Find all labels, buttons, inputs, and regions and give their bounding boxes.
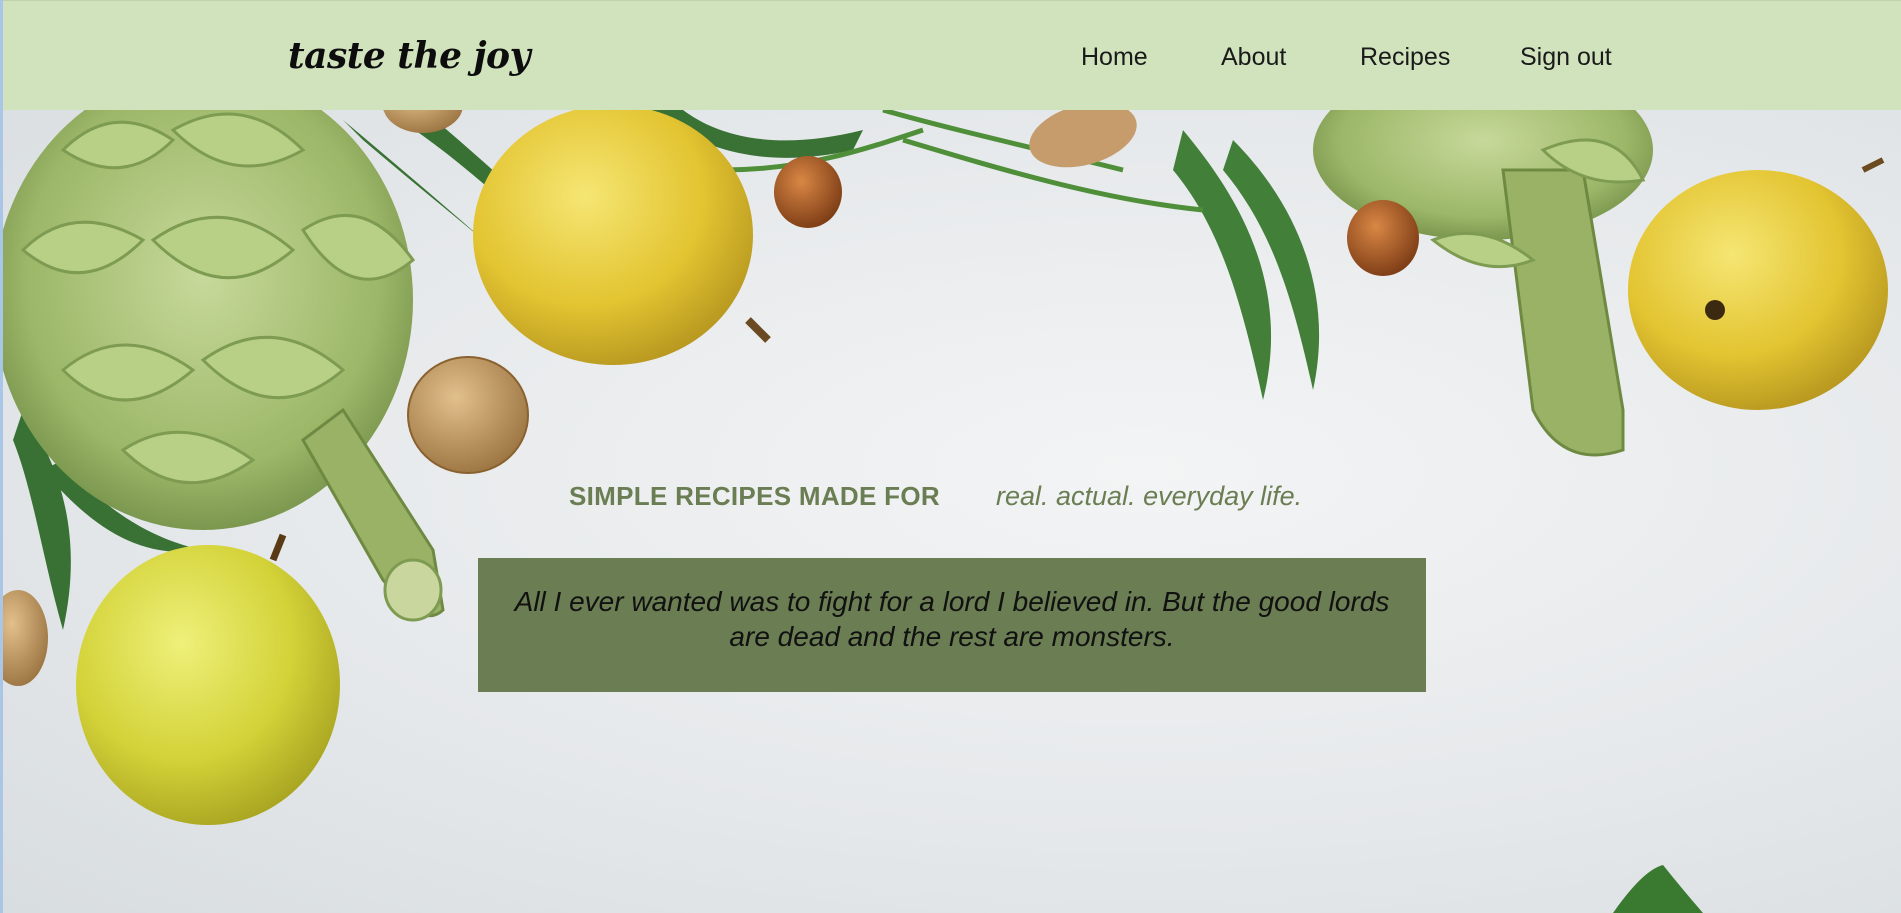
pear-right <box>1628 157 1888 410</box>
herb-sprig-bottom-right <box>1613 865 1703 913</box>
pear-bottom-left <box>76 533 340 825</box>
tagline-italic: real. actual. everyday life. <box>996 481 1303 511</box>
walnut-left-edge <box>3 590 48 686</box>
hero-tagline: SIMPLE RECIPES MADE FOR real. actual. ev… <box>3 481 1901 521</box>
quote-text: All I ever wanted was to fight for a lor… <box>514 586 1390 652</box>
walnut <box>407 356 529 474</box>
nav-recipes[interactable]: Recipes <box>1360 43 1450 72</box>
site-header: taste the joy Home About Recipes Sign ou… <box>3 0 1901 110</box>
walnut-top <box>383 110 463 133</box>
tagline-strong: SIMPLE RECIPES MADE FOR <box>569 481 940 511</box>
hazelnut-1 <box>774 156 842 228</box>
quote-box: All I ever wanted was to fight for a lor… <box>478 558 1426 692</box>
artichoke-right <box>1313 110 1653 457</box>
nav-sign-out[interactable]: Sign out <box>1520 43 1612 72</box>
nav-about[interactable]: About <box>1221 43 1286 72</box>
hero-section: SIMPLE RECIPES MADE FOR real. actual. ev… <box>3 110 1901 913</box>
window-left-edge <box>0 0 3 913</box>
nav-home[interactable]: Home <box>1081 43 1148 72</box>
hazelnut-2 <box>1347 200 1419 276</box>
almond <box>1029 110 1137 168</box>
main-nav: Home About Recipes Sign out <box>3 43 1901 73</box>
